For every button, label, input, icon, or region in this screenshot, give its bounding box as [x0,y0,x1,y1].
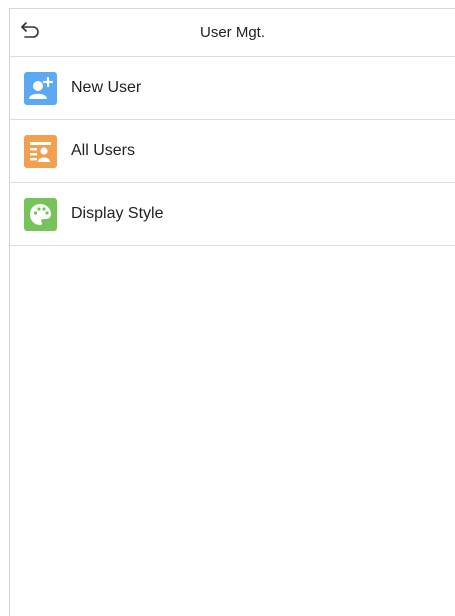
back-button[interactable] [14,15,48,49]
menu-item-new-user[interactable]: New User [10,57,455,120]
menu-item-all-users[interactable]: All Users [10,120,455,183]
add-user-icon [24,72,57,105]
back-arrow-icon [20,21,42,44]
menu-item-label: New User [71,79,142,96]
menu-list: New User All Users Display Style [10,57,455,246]
header-bar: User Mgt. [10,9,455,57]
menu-item-label: All Users [71,142,136,159]
menu-item-display-style[interactable]: Display Style [10,183,455,246]
menu-item-label: Display Style [71,205,164,222]
user-list-icon [24,135,57,168]
user-mgt-screen: User Mgt. New User All Users Display Sty… [9,8,455,616]
palette-icon [24,198,57,231]
device-frame: User Mgt. New User All Users Display Sty… [0,0,455,616]
page-title: User Mgt. [199,24,265,41]
